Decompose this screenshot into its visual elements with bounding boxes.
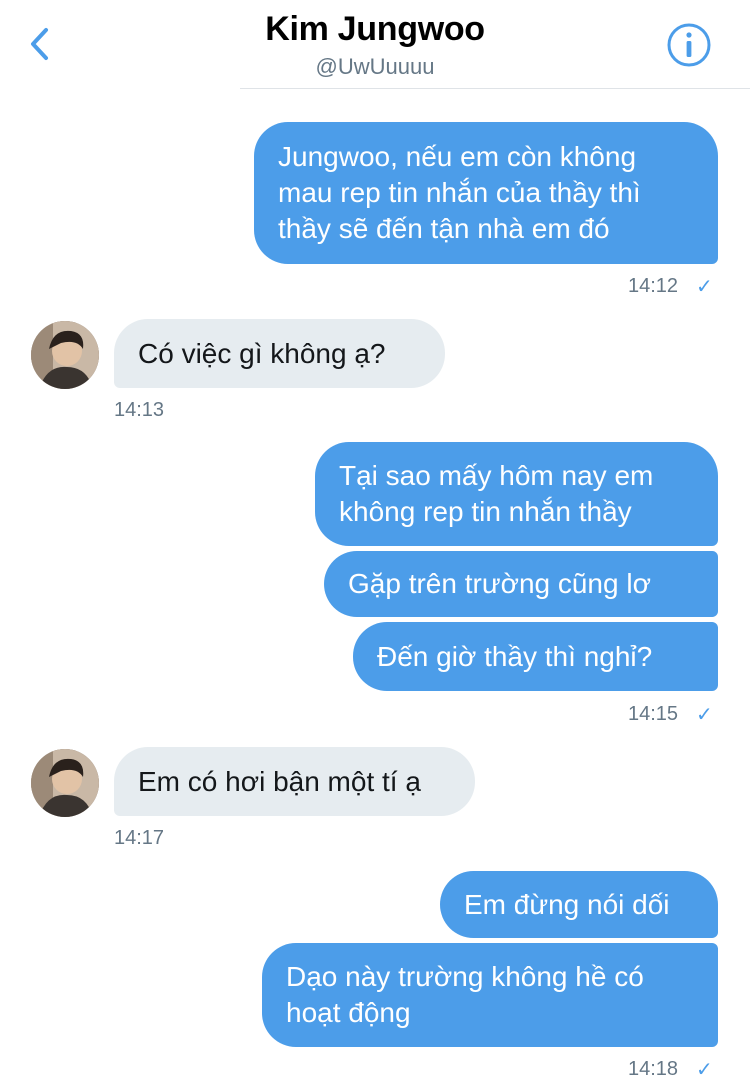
info-button[interactable]: [666, 22, 712, 68]
outgoing-message[interactable]: Gặp trên trường cũng lơ: [324, 551, 718, 617]
message-text: Em có hơi bận một tí ạ: [138, 766, 421, 797]
read-check-icon: ✓: [696, 276, 713, 298]
message-text: Có việc gì không ạ?: [138, 338, 386, 369]
message-line: hoạt động: [286, 997, 411, 1028]
outgoing-message[interactable]: Tại sao mấy hôm nay em không rep tin nhắ…: [315, 442, 718, 546]
message-line: mau rep tin nhắn của thầy thì: [278, 177, 641, 208]
read-check-icon: ✓: [696, 704, 713, 726]
message-text: Đến giờ thầy thì nghỉ?: [377, 641, 653, 672]
outgoing-message[interactable]: Em đừng nói dối: [440, 871, 718, 938]
message-timestamp: 14:17: [114, 827, 165, 849]
contact-avatar[interactable]: [31, 321, 99, 389]
message-timestamp: 14:18: [628, 1058, 679, 1080]
message-timestamp: 14:13: [114, 399, 165, 421]
outgoing-message[interactable]: Đến giờ thầy thì nghỉ?: [353, 622, 718, 691]
message-timestamp: 14:12: [628, 275, 679, 297]
message-line: thầy sẽ đến tận nhà em đó: [278, 213, 610, 244]
info-icon: [667, 23, 711, 67]
outgoing-message[interactable]: Dạo này trường không hề có hoạt động: [262, 943, 718, 1047]
outgoing-message[interactable]: Jungwoo, nếu em còn không mau rep tin nh…: [254, 122, 718, 264]
message-line: không rep tin nhắn thầy: [339, 496, 632, 527]
header-divider: [240, 88, 750, 89]
message-text: Em đừng nói dối: [464, 889, 670, 920]
message-line: Tại sao mấy hôm nay em: [339, 460, 654, 491]
conversation-header: Kim Jungwoo @UwUuuuu: [0, 0, 750, 89]
incoming-message[interactable]: Em có hơi bận một tí ạ: [114, 747, 475, 816]
read-check-icon: ✓: [696, 1059, 713, 1081]
message-text: Gặp trên trường cũng lơ: [348, 568, 651, 599]
message-line: Dạo này trường không hề có: [286, 961, 644, 992]
incoming-message[interactable]: Có việc gì không ạ?: [114, 319, 445, 388]
contact-name[interactable]: Kim Jungwoo: [0, 10, 750, 49]
contact-avatar[interactable]: [31, 749, 99, 817]
contact-handle[interactable]: @UwUuuuu: [0, 54, 750, 80]
message-timestamp: 14:15: [628, 703, 679, 725]
message-line: Jungwoo, nếu em còn không: [278, 141, 637, 172]
